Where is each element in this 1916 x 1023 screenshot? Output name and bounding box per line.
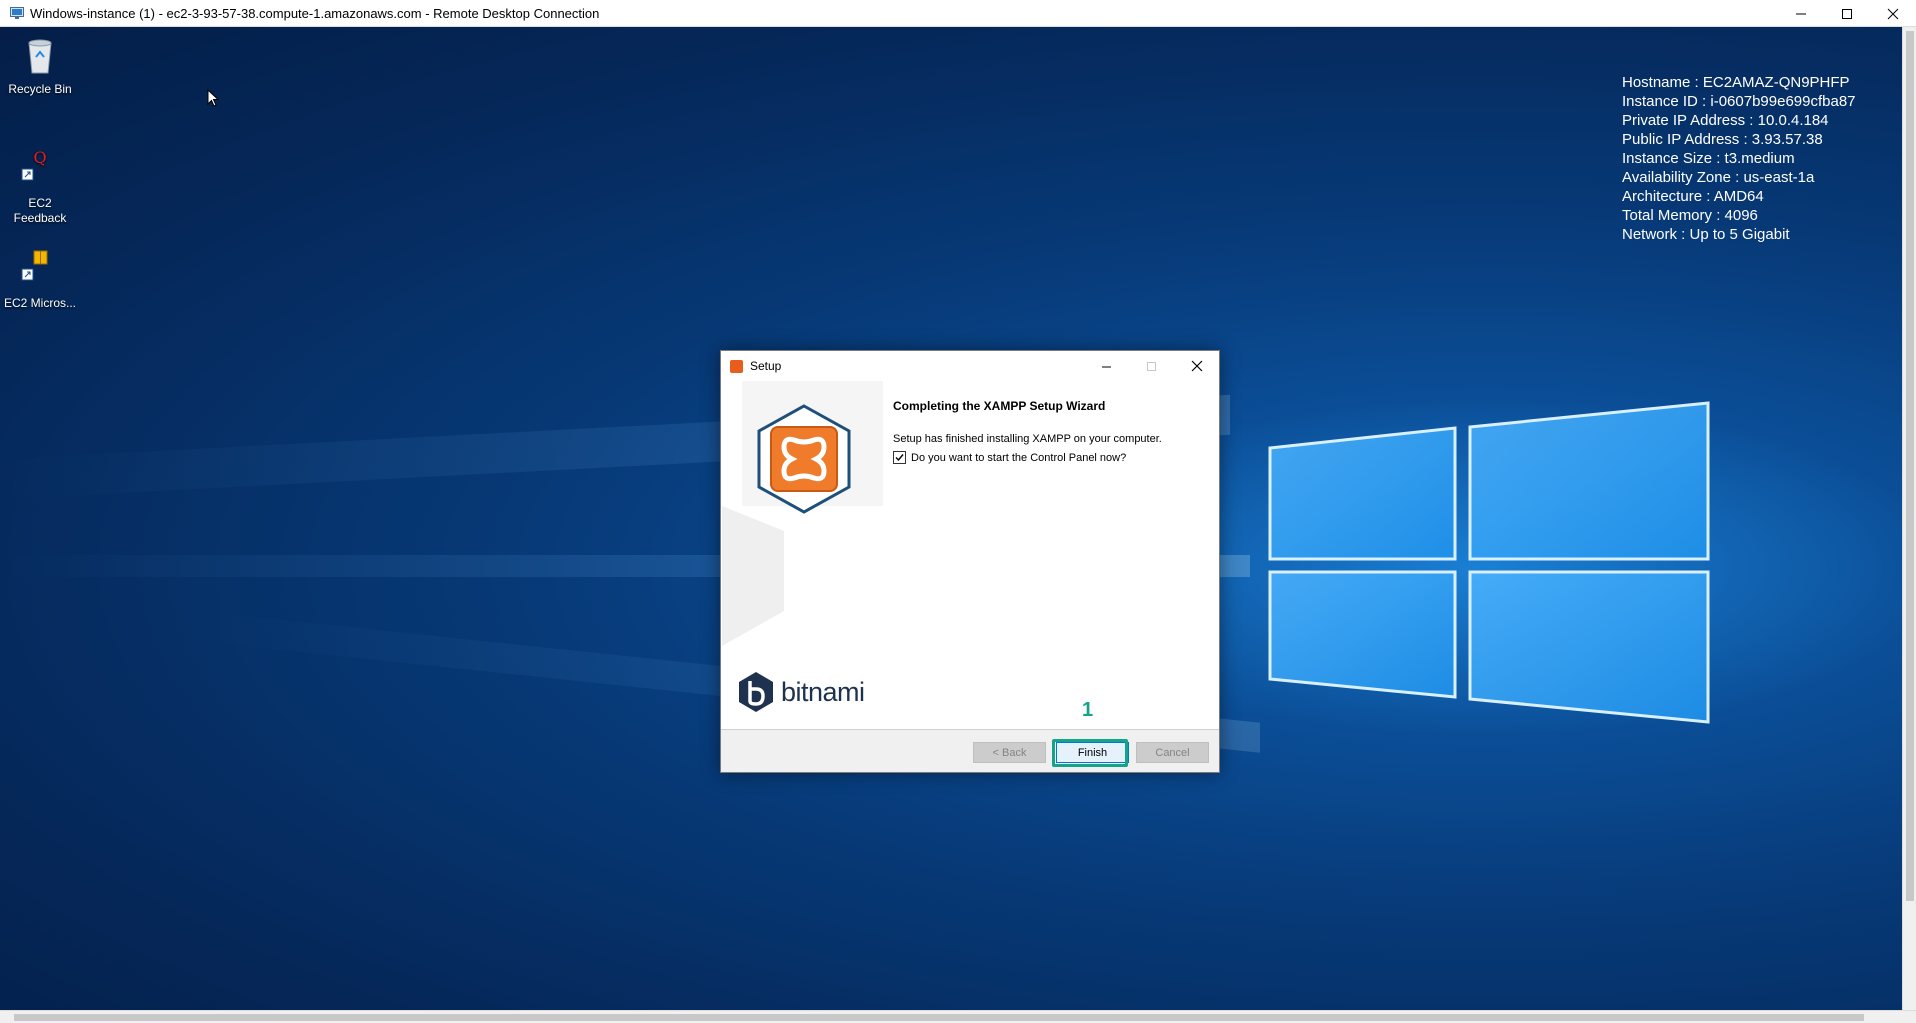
info-instance-size: Instance Size : t3.medium xyxy=(1622,150,1795,167)
desktop-icon-recycle-bin[interactable]: Recycle Bin xyxy=(1,35,79,97)
info-architecture: Architecture : AMD64 xyxy=(1622,188,1764,205)
bitnami-wordmark: bitnami xyxy=(781,676,865,707)
info-instance-id: Instance ID : i-0607b99e699cfba87 xyxy=(1622,93,1856,110)
wizard-side-panel xyxy=(722,381,883,711)
feedback-shortcut-icon: Q xyxy=(21,148,47,181)
svg-text:Q: Q xyxy=(33,149,46,167)
checkmark-icon xyxy=(895,454,904,462)
dialog-title-bar: Setup xyxy=(721,351,1219,381)
close-icon xyxy=(1191,360,1202,372)
minimize-icon xyxy=(1102,366,1111,367)
xampp-small-icon xyxy=(730,359,743,373)
back-button[interactable]: < Back xyxy=(973,742,1046,763)
recycle-bin-icon xyxy=(28,39,52,74)
maximize-icon xyxy=(1147,361,1156,371)
info-total-memory: Total Memory : 4096 xyxy=(1622,207,1758,224)
cancel-button[interactable]: Cancel xyxy=(1136,742,1209,763)
minimize-icon xyxy=(1796,13,1806,14)
rdp-window-title: Windows-instance (1) - ec2-3-93-57-38.co… xyxy=(30,5,600,21)
desktop-icon-label: EC2 Micros... xyxy=(3,296,76,310)
start-control-panel-checkbox[interactable]: Do you want to start the Control Panel n… xyxy=(893,451,1126,464)
maximize-icon xyxy=(1842,8,1852,19)
dialog-button-bar: < Back Finish Cancel xyxy=(721,729,1219,772)
desktop-icon-label: Recycle Bin xyxy=(8,82,72,96)
info-availability-zone: Availability Zone : us-east-1a xyxy=(1622,169,1815,186)
dialog-close-button[interactable] xyxy=(1174,351,1219,381)
minimize-button[interactable] xyxy=(1778,0,1824,27)
info-network: Network : Up to 5 Gigabit xyxy=(1622,226,1790,243)
bitnami-brand: bitnami xyxy=(737,671,865,713)
bitnami-logo-icon xyxy=(739,672,773,712)
info-public-ip: Public IP Address : 3.93.57.38 xyxy=(1622,131,1823,148)
instance-info-overlay: Hostname : EC2AMAZ-QN9PHFP Instance ID :… xyxy=(1622,73,1856,244)
scrollbar-thumb[interactable] xyxy=(14,1014,1864,1021)
finish-highlight-box xyxy=(1052,739,1128,767)
desktop-icon-ec2-microsoft[interactable]: EC2 Micros... xyxy=(1,249,79,311)
scrollbar-thumb[interactable] xyxy=(1906,31,1914,901)
checkbox-box[interactable] xyxy=(893,451,906,464)
close-icon xyxy=(1887,8,1899,19)
xampp-logo-icon xyxy=(757,404,851,514)
maximize-button[interactable] xyxy=(1824,0,1870,27)
wizard-message: Setup has finished installing XAMPP on y… xyxy=(893,433,1162,445)
desktop-icon-ec2-feedback[interactable]: Q EC2 Feedback xyxy=(1,148,79,226)
rdp-title-bar: Windows-instance (1) - ec2-3-93-57-38.co… xyxy=(0,0,1916,27)
dialog-maximize-button xyxy=(1129,351,1174,381)
windows-logo xyxy=(1268,401,1710,724)
setup-dialog: Setup Completing the XAMPP Setup Wizard xyxy=(720,350,1220,773)
desktop-icon-label: EC2 Feedback xyxy=(13,196,67,225)
package-shortcut-icon xyxy=(21,250,48,281)
info-hostname: Hostname : EC2AMAZ-QN9PHFP xyxy=(1622,74,1850,91)
remote-desktop-icon xyxy=(10,7,24,19)
dialog-title: Setup xyxy=(750,359,782,373)
step-number-annotation: 1 xyxy=(1082,699,1094,721)
horizontal-scrollbar[interactable] xyxy=(0,1010,1916,1023)
dialog-minimize-button[interactable] xyxy=(1084,351,1129,381)
mouse-cursor-icon xyxy=(207,89,219,107)
wizard-heading: Completing the XAMPP Setup Wizard xyxy=(893,399,1106,413)
vertical-scrollbar[interactable] xyxy=(1902,27,1916,1010)
info-private-ip: Private IP Address : 10.0.4.184 xyxy=(1622,112,1829,129)
close-button[interactable] xyxy=(1870,0,1916,27)
checkbox-label: Do you want to start the Control Panel n… xyxy=(911,451,1127,464)
